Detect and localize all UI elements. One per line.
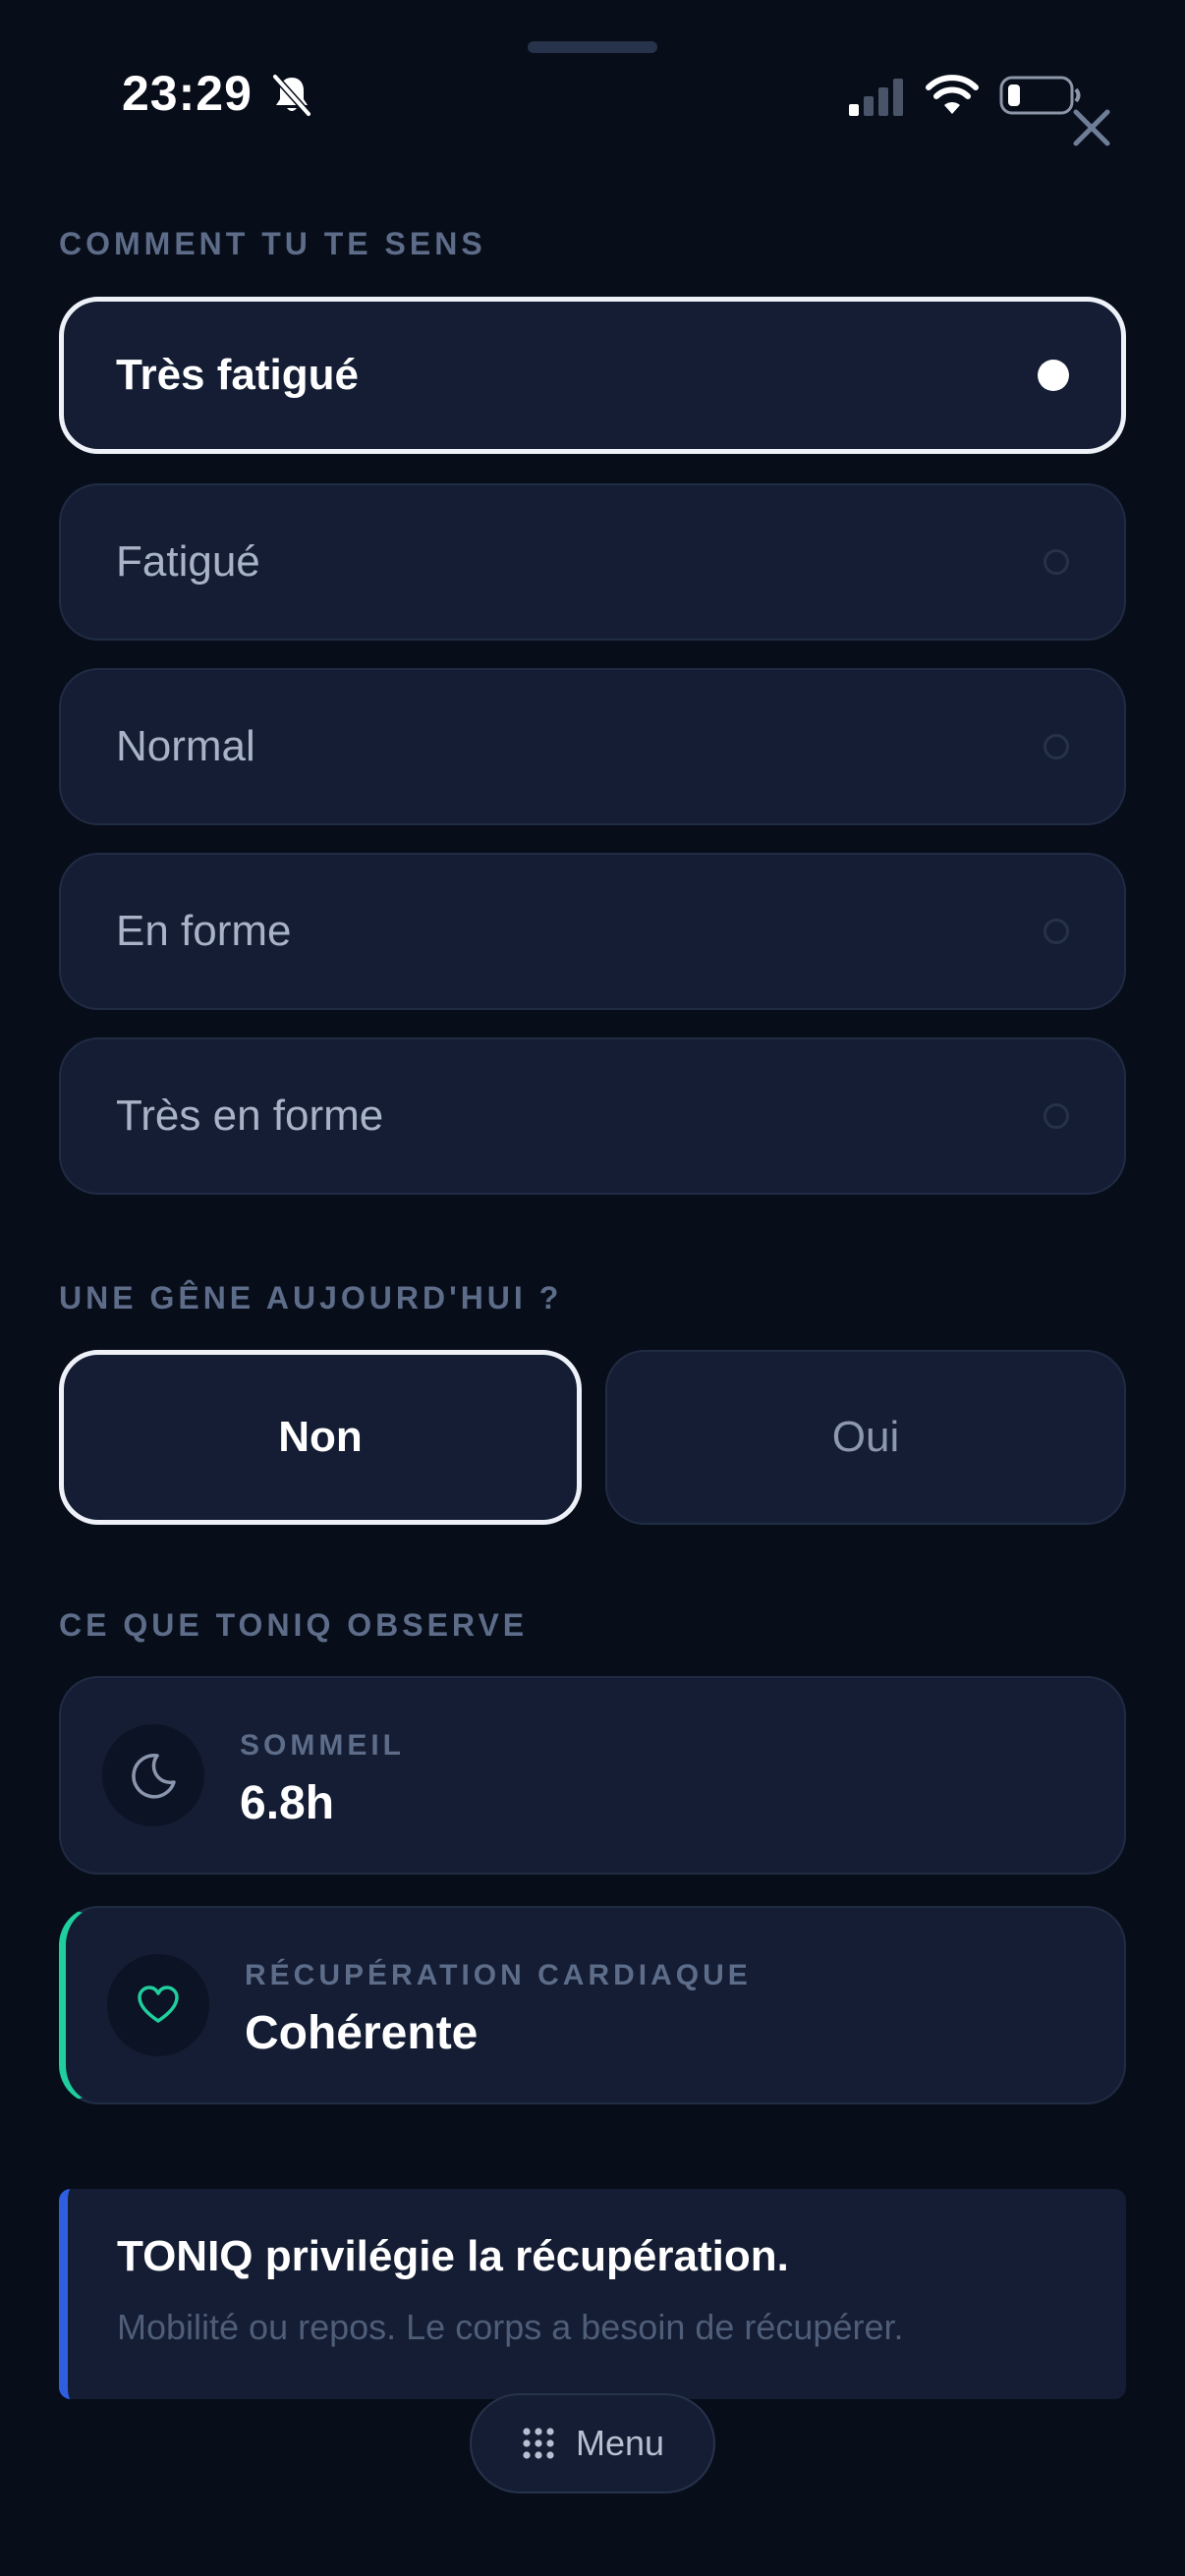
sleep-value: 6.8h <box>240 1777 335 1829</box>
mood-option-label: Normal <box>116 722 255 770</box>
radio-indicator <box>1044 734 1069 759</box>
discomfort-yes-button[interactable]: Oui <box>605 1350 1126 1525</box>
heart-recovery-card: RÉCUPÉRATION CARDIAQUE Cohérente <box>59 1906 1126 2104</box>
status-time: 23:29 <box>122 66 253 121</box>
observations-section-label: CE QUE TONIQ OBSERVE <box>59 1607 529 1643</box>
wifi-icon <box>926 75 979 114</box>
recommendation-title: TONIQ privilégie la récupération. <box>117 2232 789 2280</box>
discomfort-section-label: UNE GÊNE AUJOURD'HUI ? <box>59 1280 563 1316</box>
radio-indicator <box>1044 1103 1069 1129</box>
moon-icon-badge <box>102 1724 204 1826</box>
mood-option-label: Très en forme <box>116 1092 384 1140</box>
recommendation-text: Mobilité ou repos. Le corps a besoin de … <box>117 2307 904 2347</box>
heart-icon-badge <box>107 1954 209 2056</box>
close-button[interactable] <box>1066 102 1117 153</box>
mood-section-label: COMMENT TU TE SENS <box>59 226 486 261</box>
mood-option-en-forme[interactable]: En forme <box>59 853 1126 1010</box>
sheet-grabber[interactable] <box>528 41 657 53</box>
mood-option-label: Fatigué <box>116 537 260 586</box>
mood-option-normal[interactable]: Normal <box>59 668 1126 825</box>
radio-indicator <box>1044 549 1069 575</box>
mood-option-label: Très fatigué <box>116 351 359 399</box>
bell-slash-icon <box>272 74 311 117</box>
mood-option-tres-fatigue[interactable]: Très fatigué <box>59 297 1126 454</box>
heart-recovery-label: RÉCUPÉRATION CARDIAQUE <box>245 1959 752 1991</box>
radio-selected-indicator <box>1038 360 1069 391</box>
heart-icon <box>138 1986 179 2023</box>
menu-label: Menu <box>575 2423 665 2463</box>
cellular-signal-icon <box>849 79 903 116</box>
radio-indicator <box>1044 919 1069 944</box>
grid-dots-icon <box>523 2428 554 2459</box>
sleep-label: SOMMEIL <box>240 1729 405 1762</box>
discomfort-no-button[interactable]: Non <box>59 1350 582 1525</box>
close-icon <box>1073 109 1110 146</box>
mood-option-tres-en-forme[interactable]: Très en forme <box>59 1037 1126 1195</box>
recommendation-card: TONIQ privilégie la récupération. Mobili… <box>59 2189 1126 2399</box>
mood-option-label: En forme <box>116 907 292 955</box>
heart-recovery-value: Cohérente <box>245 2007 479 2059</box>
moon-icon <box>132 1754 176 1799</box>
menu-button[interactable]: Menu <box>470 2393 715 2493</box>
mood-option-fatigue[interactable]: Fatigué <box>59 483 1126 641</box>
sleep-card: SOMMEIL 6.8h <box>59 1676 1126 1875</box>
